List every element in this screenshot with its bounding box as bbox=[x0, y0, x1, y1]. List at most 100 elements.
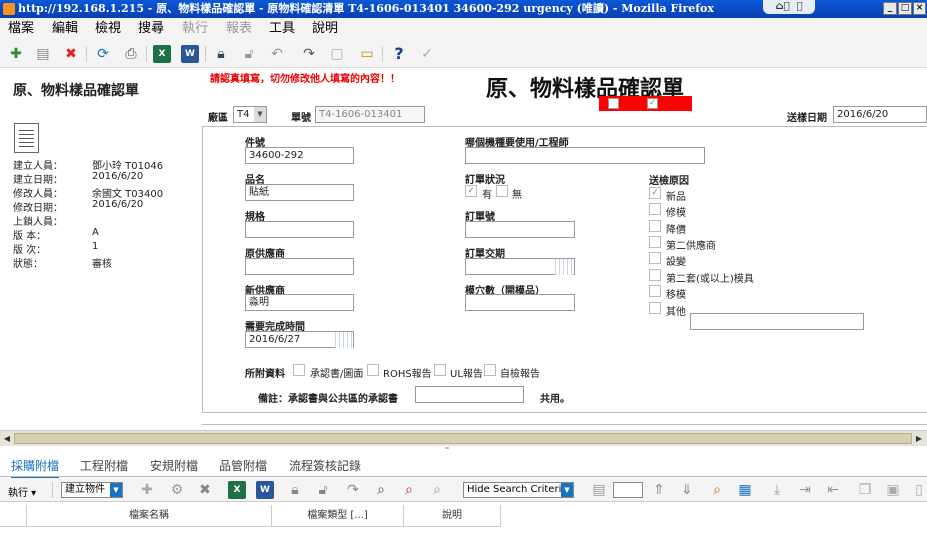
part-no-field[interactable]: 34600-292 bbox=[245, 147, 354, 164]
form-icon[interactable]: ▭ bbox=[358, 45, 376, 63]
check-icon[interactable]: ✓ bbox=[418, 45, 436, 63]
page-icon[interactable]: ▤ bbox=[590, 481, 608, 499]
lock-icon[interactable]: 🔒︎ bbox=[212, 45, 230, 63]
print-icon[interactable]: ⎙ bbox=[122, 45, 140, 63]
tab-engineering-attachments[interactable]: 工程附檔 bbox=[80, 457, 128, 474]
document-icon[interactable]: ▯ bbox=[910, 481, 927, 499]
sort-up-icon[interactable]: ⇑ bbox=[650, 481, 668, 499]
reason-checkbox[interactable] bbox=[649, 203, 661, 215]
column-header[interactable]: 說明 bbox=[404, 505, 501, 527]
menu-execute[interactable]: 執行 bbox=[182, 18, 208, 40]
execute-menu[interactable]: 執行 ▾ bbox=[8, 484, 36, 499]
menu-tools[interactable]: 工具 bbox=[269, 18, 295, 40]
undo-icon[interactable]: ↶ bbox=[268, 45, 286, 63]
refresh-icon[interactable]: ⟳ bbox=[94, 45, 112, 63]
paste-icon[interactable]: ▣ bbox=[884, 481, 902, 499]
urgency-checkbox[interactable] bbox=[608, 98, 619, 109]
calendar-icon[interactable] bbox=[335, 332, 353, 348]
chevron-down-icon[interactable]: ▼ bbox=[254, 107, 266, 122]
reason-checkbox[interactable]: ✓ bbox=[649, 187, 661, 199]
machine-field[interactable] bbox=[465, 147, 705, 164]
search-clear-icon[interactable]: ⌕ bbox=[400, 481, 418, 499]
save-icon[interactable]: ▤ bbox=[34, 45, 52, 63]
tab-approval-history[interactable]: 流程簽核記錄 bbox=[289, 457, 361, 474]
tab-safety-attachments[interactable]: 安規附檔 bbox=[150, 457, 198, 474]
tab-overflow-control[interactable]: ⌂⃞ ⌄ bbox=[763, 0, 815, 14]
checkin-icon[interactable]: ⇤ bbox=[824, 481, 842, 499]
reason-checkbox[interactable] bbox=[649, 252, 661, 264]
unlock-icon[interactable]: 🔓︎ bbox=[240, 45, 258, 63]
relate-icon[interactable]: ⚙ bbox=[168, 481, 186, 499]
note-field[interactable] bbox=[415, 386, 524, 403]
copy-icon[interactable]: ❐ bbox=[856, 481, 874, 499]
add-icon[interactable]: ✚ bbox=[138, 481, 156, 499]
lock-icon[interactable]: 🔒︎ bbox=[286, 481, 304, 499]
urgency-checkbox-checked[interactable]: ✓ bbox=[647, 98, 658, 109]
redo-icon[interactable]: ↷ bbox=[300, 45, 318, 63]
menu-file[interactable]: 檔案 bbox=[8, 18, 34, 40]
product-name-field[interactable]: 貼紙 bbox=[245, 184, 354, 201]
reason-checkbox[interactable] bbox=[649, 302, 661, 314]
help-icon[interactable]: ? bbox=[390, 45, 408, 63]
scroll-left-icon[interactable]: ◀ bbox=[1, 433, 13, 445]
attach-checkbox[interactable] bbox=[484, 364, 496, 376]
order-number-field[interactable] bbox=[465, 221, 575, 238]
column-header[interactable]: 檔案名稱 bbox=[27, 505, 272, 527]
send-date-field[interactable]: 2016/6/20 bbox=[833, 106, 927, 123]
scroll-thumb[interactable] bbox=[14, 433, 912, 444]
other-reason-field[interactable] bbox=[690, 313, 864, 330]
reason-checkbox[interactable] bbox=[649, 220, 661, 232]
preview-icon[interactable]: ⌕ bbox=[708, 481, 726, 499]
checkout-icon[interactable]: ⇥ bbox=[796, 481, 814, 499]
calendar-icon[interactable] bbox=[555, 259, 573, 275]
minimize-button[interactable]: _ bbox=[883, 2, 897, 15]
page-number-input[interactable] bbox=[613, 482, 643, 498]
orig-supplier-field[interactable] bbox=[245, 258, 354, 275]
menu-edit[interactable]: 編輯 bbox=[52, 18, 78, 40]
tab-qc-attachments[interactable]: 品管附檔 bbox=[219, 457, 267, 474]
search-filter-icon[interactable]: ⌕ bbox=[428, 481, 446, 499]
order-status-no-checkbox[interactable] bbox=[496, 185, 508, 197]
column-header[interactable]: 檔案類型 [...] bbox=[272, 505, 404, 527]
order-status-yes-checkbox[interactable]: ✓ bbox=[465, 185, 477, 197]
excel-icon[interactable]: X bbox=[153, 45, 171, 63]
chevron-down-icon[interactable]: ▼ bbox=[110, 483, 122, 497]
unlock-icon[interactable]: 🔓︎ bbox=[314, 481, 332, 499]
attach-checkbox[interactable] bbox=[293, 364, 305, 376]
tab-purchase-attachments[interactable]: 採購附檔 bbox=[11, 457, 60, 479]
chevron-down-icon[interactable]: ▼ bbox=[561, 483, 573, 497]
reason-checkbox[interactable] bbox=[649, 285, 661, 297]
sort-down-icon[interactable]: ⇓ bbox=[678, 481, 696, 499]
mold-field[interactable] bbox=[465, 294, 575, 311]
search-criteria-select[interactable]: Hide Search Criteria ▼ bbox=[463, 482, 574, 498]
attach-checkbox[interactable] bbox=[434, 364, 446, 376]
menu-report[interactable]: 報表 bbox=[226, 18, 252, 40]
excel-icon[interactable]: X bbox=[228, 481, 246, 499]
maximize-button[interactable]: □ bbox=[898, 2, 912, 15]
new-supplier-field[interactable]: 淼明 bbox=[245, 294, 354, 311]
menu-search[interactable]: 搜尋 bbox=[138, 18, 164, 40]
spec-field[interactable] bbox=[245, 221, 354, 238]
layout-icon[interactable]: ▦ bbox=[736, 481, 754, 499]
horizontal-scrollbar[interactable]: ◀ ▶ bbox=[0, 430, 927, 446]
order-no-field[interactable]: T4-1606-013401 bbox=[315, 106, 425, 123]
scroll-right-icon[interactable]: ▶ bbox=[913, 433, 925, 445]
redo-icon[interactable]: ↷ bbox=[344, 481, 362, 499]
reason-checkbox[interactable] bbox=[649, 236, 661, 248]
create-item-select[interactable]: 建立物件 ▼ bbox=[61, 482, 123, 498]
clipboard-icon[interactable]: ▢ bbox=[328, 45, 346, 63]
menu-view[interactable]: 檢視 bbox=[95, 18, 121, 40]
word-icon[interactable]: W bbox=[181, 45, 199, 63]
new-icon[interactable]: ✚ bbox=[7, 45, 25, 63]
search-icon[interactable]: ⌕ bbox=[372, 481, 390, 499]
splitter-handle[interactable]: ═ bbox=[440, 446, 454, 452]
reason-checkbox[interactable] bbox=[649, 269, 661, 281]
close-window-button[interactable]: × bbox=[913, 2, 926, 15]
remove-icon[interactable]: ✖ bbox=[196, 481, 214, 499]
download-icon[interactable]: ⤓ bbox=[768, 481, 786, 499]
attach-checkbox[interactable] bbox=[367, 364, 379, 376]
menu-help[interactable]: 說明 bbox=[312, 18, 338, 40]
delete-icon[interactable]: ✖ bbox=[62, 45, 80, 63]
word-icon[interactable]: W bbox=[256, 481, 274, 499]
reason-label-item: 修模 bbox=[666, 208, 686, 219]
